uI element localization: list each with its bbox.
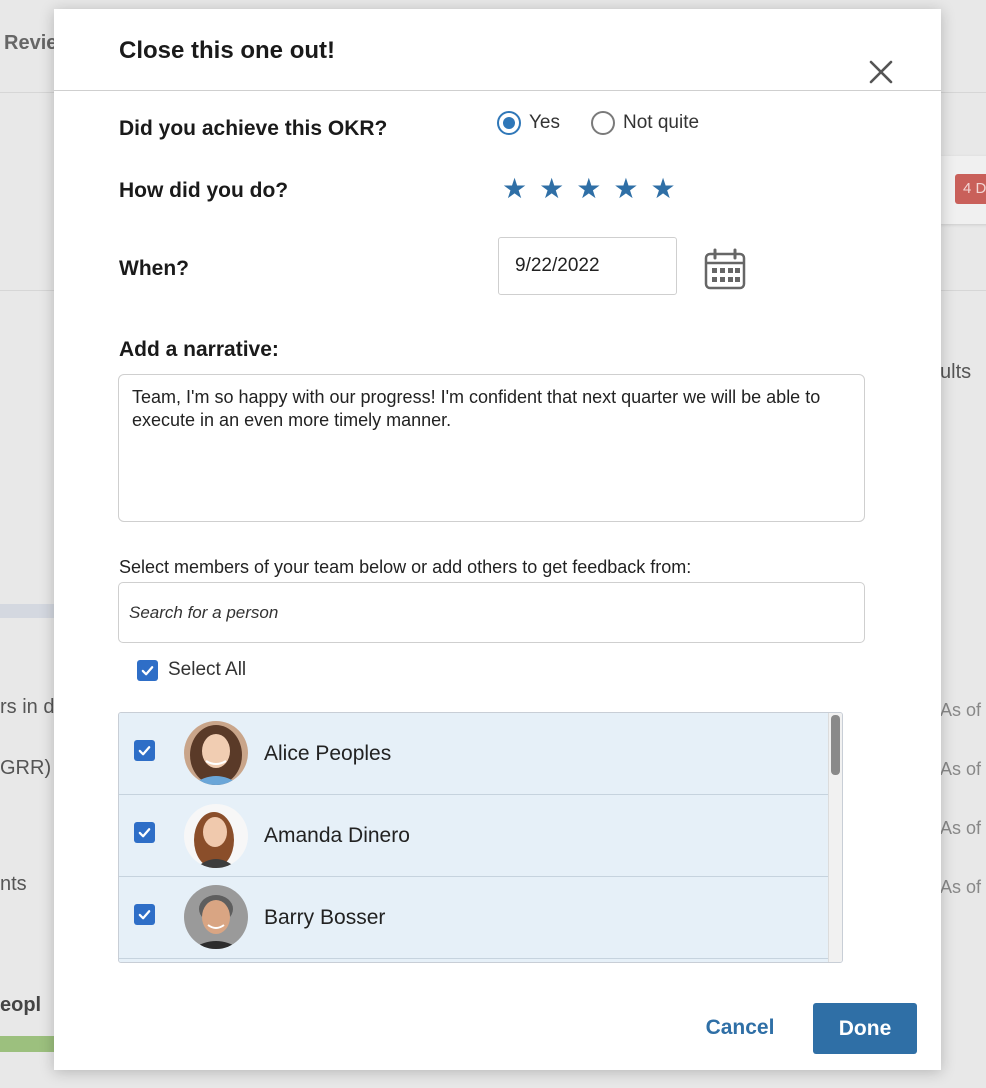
close-out-modal: Close this one out! Did you achieve this… (54, 9, 941, 1070)
bg-text: nts (0, 873, 27, 895)
modal-title: Close this one out! (119, 37, 335, 64)
bg-text: As of (940, 877, 982, 897)
bg-text: eopl (0, 994, 42, 1016)
list-item[interactable]: Alice Peoples (119, 713, 829, 795)
person-checkbox[interactable] (134, 904, 155, 925)
bg-progress-bar (0, 604, 54, 618)
modal-header: Close this one out! (54, 9, 941, 91)
bg-text: GRR) (0, 757, 52, 779)
when-label: When? (119, 257, 189, 280)
bg-progress-bar (0, 1036, 54, 1052)
star-icon[interactable]: ★ (539, 175, 564, 203)
close-icon[interactable] (866, 57, 896, 87)
bg-text: Revie (4, 32, 58, 54)
star-rating[interactable]: ★ ★ ★ ★ ★ (502, 175, 676, 203)
radio-not-quite-label: Not quite (623, 112, 700, 133)
bg-text: As of (940, 759, 982, 779)
date-input[interactable] (498, 237, 677, 295)
checkmark-icon (138, 828, 151, 838)
person-name: Alice Peoples (264, 741, 392, 765)
star-icon[interactable]: ★ (502, 175, 527, 203)
radio-yes-label: Yes (529, 112, 560, 133)
radio-yes-circle[interactable] (497, 111, 521, 135)
scroll-thumb[interactable] (831, 715, 840, 775)
bg-text: rs in d (0, 696, 55, 718)
bg-badge: 4 D (955, 174, 986, 204)
checkmark-icon (141, 665, 154, 675)
select-all-label: Select All (168, 659, 247, 680)
star-icon[interactable]: ★ (576, 175, 601, 203)
narrative-label: Add a narrative: (119, 338, 279, 361)
checkmark-icon (138, 746, 151, 756)
bg-text: As of (940, 700, 982, 720)
person-search-input[interactable] (118, 582, 865, 643)
avatar (184, 885, 248, 949)
checkmark-icon (138, 910, 151, 920)
radio-not-quite[interactable]: Not quite (591, 111, 699, 135)
star-icon[interactable]: ★ (613, 175, 638, 203)
person-checkbox[interactable] (134, 740, 155, 761)
person-name: Amanda Dinero (264, 823, 410, 847)
avatar (184, 721, 248, 785)
list-scrollbar[interactable] (828, 713, 842, 962)
calendar-icon[interactable] (704, 248, 746, 290)
star-icon[interactable]: ★ (650, 175, 675, 203)
person-name: Barry Bosser (264, 905, 386, 929)
cancel-button[interactable]: Cancel (684, 1005, 796, 1051)
person-checkbox[interactable] (134, 822, 155, 843)
select-all[interactable]: Select All (137, 659, 246, 681)
select-all-checkbox[interactable] (137, 659, 158, 681)
avatar (184, 804, 248, 868)
list-item[interactable] (119, 959, 829, 962)
bg-text: As of (940, 818, 982, 838)
feedback-prompt: Select members of your team below or add… (119, 557, 692, 577)
radio-yes[interactable]: Yes (497, 111, 560, 135)
list-item[interactable]: Barry Bosser (119, 877, 829, 959)
people-list[interactable]: Alice Peoples Amanda Dinero Barry Bosser (118, 712, 843, 963)
radio-not-quite-circle[interactable] (591, 111, 615, 135)
rating-label: How did you do? (119, 179, 289, 202)
achieve-label: Did you achieve this OKR? (119, 117, 388, 140)
list-item[interactable]: Amanda Dinero (119, 795, 829, 877)
done-button[interactable]: Done (813, 1003, 917, 1054)
bg-text: ults (940, 361, 972, 383)
narrative-textarea[interactable]: Team, I'm so happy with our progress! I'… (118, 374, 865, 522)
